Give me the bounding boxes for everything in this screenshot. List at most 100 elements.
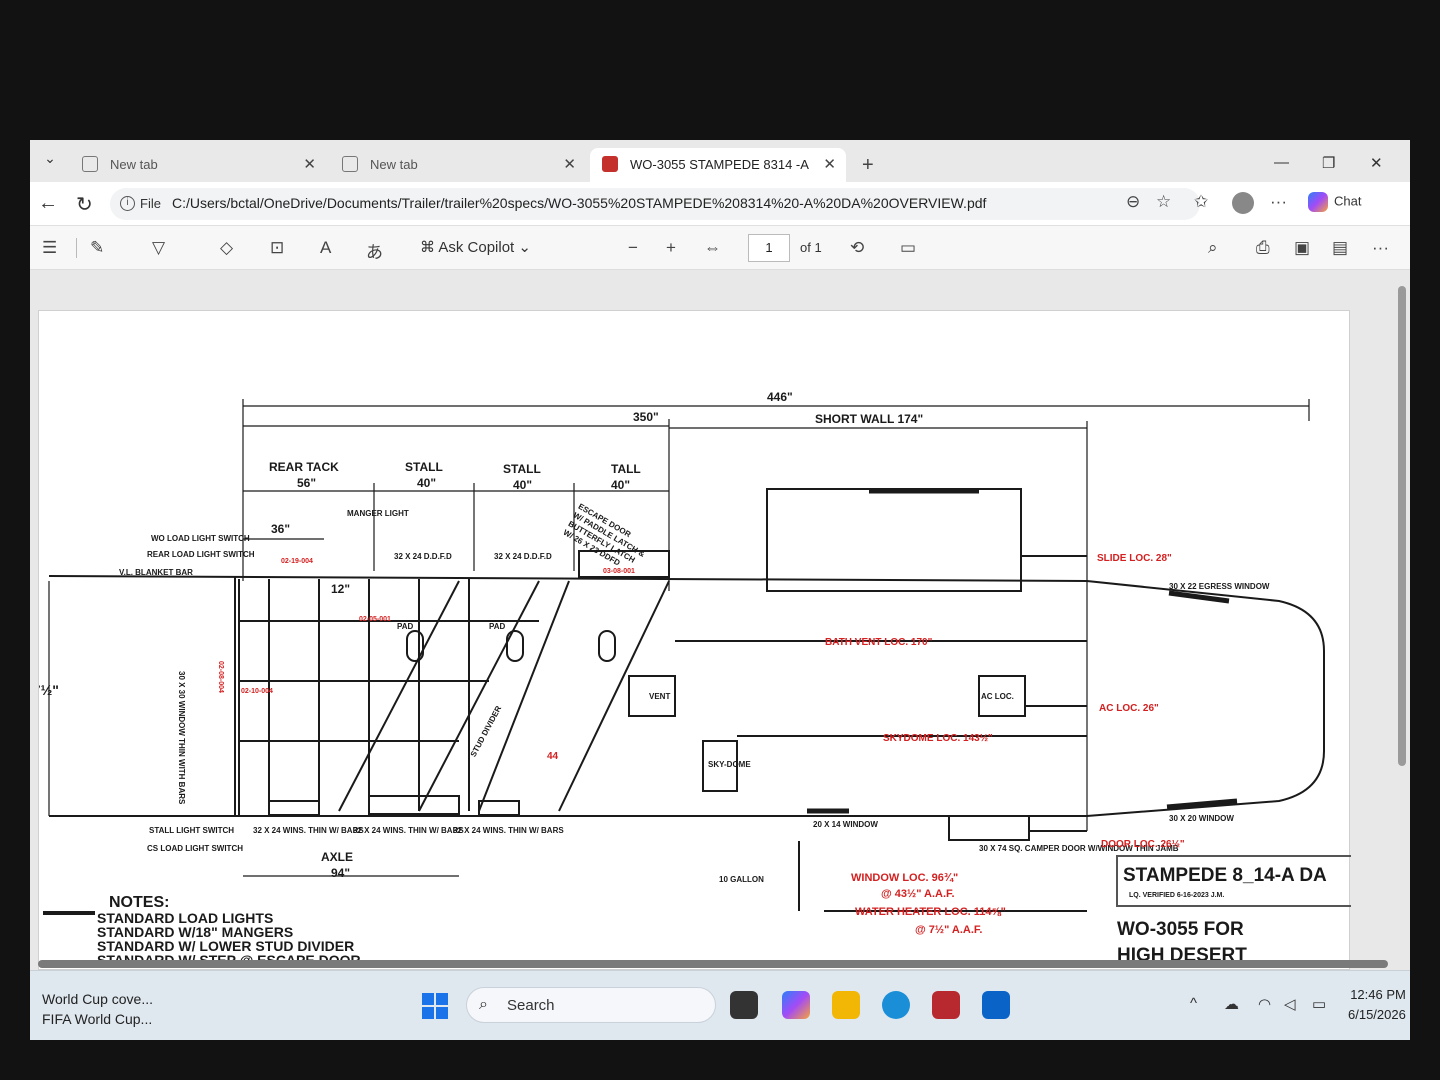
save-as-icon[interactable]: ▤	[1332, 238, 1348, 258]
search-label: Search	[507, 997, 555, 1014]
notes-title: NOTES:	[109, 894, 169, 911]
ask-copilot-button[interactable]: ⌘ Ask Copilot ⌄	[420, 238, 531, 256]
label-part-3: 02-05-001	[359, 616, 391, 623]
tab-pdf-active[interactable]: WO-3055 STAMPEDE 8314 -A DA ✕	[590, 148, 846, 182]
more-options-icon[interactable]: ···	[1372, 238, 1389, 258]
favorites-icon[interactable]: ✩	[1194, 192, 1208, 212]
news-widget[interactable]: World Cup cove... FIFA World Cup...	[42, 989, 153, 1029]
camper-door	[948, 815, 1030, 841]
window-close-icon[interactable]: ✕	[1370, 154, 1383, 172]
copilot-icon	[1308, 192, 1328, 212]
label-12: 12"	[331, 582, 350, 596]
edge-browser-icon[interactable]	[882, 991, 910, 1019]
label-part-4: 02-10-004	[241, 688, 273, 695]
copilot-chat-button[interactable]: Chat	[1308, 192, 1361, 212]
url-text[interactable]: C:/Users/bctal/OneDrive/Documents/Traile…	[172, 195, 986, 211]
tab-title: New tab	[110, 157, 158, 172]
label-cs-load-light: CS LOAD LIGHT SWITCH	[147, 844, 243, 853]
restore-icon[interactable]: ❐	[1322, 154, 1335, 172]
rotate-icon[interactable]: ⟲	[850, 238, 864, 258]
zoom-icon[interactable]: ⊖	[1126, 192, 1140, 212]
trailer-floorplan-drawing: 446" 350" SHORT WALL 174" REAR TACK 56" …	[39, 390, 1351, 968]
label-water-heater: WATER HEATER LOC. 114⅝"	[855, 906, 1006, 918]
label-part-1: 02-19-004	[281, 558, 313, 565]
label-wo-load-light: WO LOAD LIGHT SWITCH	[151, 534, 250, 543]
label-ac-loc: AC LOC. 26"	[1099, 703, 1159, 714]
chat-label: Chat	[1334, 193, 1362, 209]
print-icon[interactable]: ⎙	[1256, 238, 1270, 258]
label-stall-light: STALL LIGHT SWITCH	[149, 826, 234, 835]
onedrive-icon[interactable]: ☁	[1224, 995, 1239, 1013]
page-icon	[82, 156, 98, 172]
url-scheme: File	[140, 196, 161, 211]
read-aloud-icon[interactable]: A	[320, 238, 331, 258]
back-arrow-icon[interactable]: ←	[38, 192, 58, 215]
text-box-icon[interactable]: ⊡	[270, 238, 284, 258]
close-icon[interactable]: ✕	[303, 155, 316, 173]
fit-page-icon[interactable]: ⇔	[704, 238, 721, 258]
label-ten-gallon: 10 GALLON	[719, 875, 764, 884]
outlook-icon[interactable]	[982, 991, 1010, 1019]
zoom-in-icon[interactable]: +	[666, 238, 676, 258]
clock-date: 6/15/2026	[1348, 1007, 1406, 1022]
page-view-icon[interactable]: ▭	[900, 238, 916, 258]
new-tab-plus-icon[interactable]: +	[862, 154, 874, 177]
label-window-3: 32 X 24 WINS. THIN W/ BARS	[453, 826, 564, 835]
highlight-icon[interactable]: ✎	[90, 238, 104, 258]
ask-copilot-label: Ask Copilot	[438, 239, 515, 256]
vertical-scrollbar[interactable]	[1398, 286, 1406, 766]
draw-icon[interactable]: ▽	[152, 238, 165, 258]
slide-out-box	[766, 488, 1022, 592]
taskbar-search[interactable]: ⌕ Search	[466, 987, 716, 1023]
eraser-icon[interactable]: ◇	[220, 238, 233, 258]
close-icon[interactable]: ✕	[823, 155, 836, 173]
wifi-icon[interactable]: ◠	[1258, 995, 1271, 1013]
label-verified: LQ. VERIFIED 6-16-2023 J.M.	[1129, 892, 1224, 899]
page-number-input[interactable]: 1	[748, 234, 790, 262]
chevron-up-icon[interactable]: ^	[1190, 995, 1197, 1012]
tab-new-2[interactable]: New tab ✕	[330, 148, 586, 182]
find-icon[interactable]: ⌕	[1208, 238, 1218, 258]
save-icon[interactable]: ▣	[1294, 238, 1310, 258]
label-short-wall: SHORT WALL 174"	[815, 412, 923, 426]
label-slide-loc: SLIDE LOC. 28"	[1097, 553, 1172, 564]
task-view-icon[interactable]	[730, 991, 758, 1019]
horizontal-scrollbar[interactable]	[38, 960, 1388, 968]
contents-list-icon[interactable]: ☰	[42, 238, 57, 258]
url-bar[interactable]: i File C:/Users/bctal/OneDrive/Documents…	[110, 188, 1200, 220]
system-clock[interactable]: 12:46 PM 6/15/2026	[1348, 985, 1406, 1025]
close-icon[interactable]: ✕	[563, 155, 576, 173]
copilot-app-icon[interactable]	[782, 991, 810, 1019]
profile-avatar[interactable]	[1232, 192, 1254, 214]
star-icon[interactable]: ☆	[1156, 192, 1171, 212]
tab-new-1[interactable]: New tab ✕	[70, 148, 326, 182]
file-explorer-icon[interactable]	[832, 991, 860, 1019]
info-icon[interactable]: i	[120, 196, 135, 211]
more-menu-icon[interactable]: ···	[1270, 192, 1287, 212]
label-bath-vent: BATH VENT LOC. 170"	[825, 637, 933, 648]
page-total: of 1	[800, 240, 822, 255]
label-ddfd-1: 32 X 24 D.D.F.D	[394, 552, 452, 561]
battery-icon[interactable]: ▭	[1312, 995, 1326, 1013]
minimize-icon[interactable]: —	[1274, 154, 1289, 171]
label-stall-3-dim: 40"	[611, 478, 630, 492]
label-part-2: 03-08-001	[603, 568, 635, 575]
label-manger-light: MANGER LIGHT	[347, 509, 409, 518]
label-window-20: 30 X 20 WINDOW	[1169, 814, 1234, 823]
mcafee-icon[interactable]	[932, 991, 960, 1019]
windows-start-icon[interactable]	[422, 993, 448, 1019]
tab-actions-chevron-icon[interactable]: ⌄	[36, 150, 64, 176]
toolbar-divider	[76, 238, 77, 258]
label-rear-tack: REAR TACK	[269, 460, 339, 474]
label-pad: PAD	[397, 622, 414, 631]
label-446: 446"	[767, 390, 793, 404]
translate-icon[interactable]: あ	[366, 238, 383, 263]
news-subtitle: FIFA World Cup...	[42, 1011, 153, 1027]
volume-icon[interactable]: ◁	[1284, 995, 1296, 1013]
pdf-viewer[interactable]: 446" 350" SHORT WALL 174" REAR TACK 56" …	[30, 270, 1410, 970]
label-rear-tack-dim: 56"	[297, 476, 316, 490]
label-stall-1: STALL	[405, 460, 443, 474]
reload-icon[interactable]: ↻	[76, 192, 93, 217]
label-window-20x14: 20 X 14 WINDOW	[813, 820, 878, 829]
zoom-out-icon[interactable]: −	[628, 238, 638, 258]
